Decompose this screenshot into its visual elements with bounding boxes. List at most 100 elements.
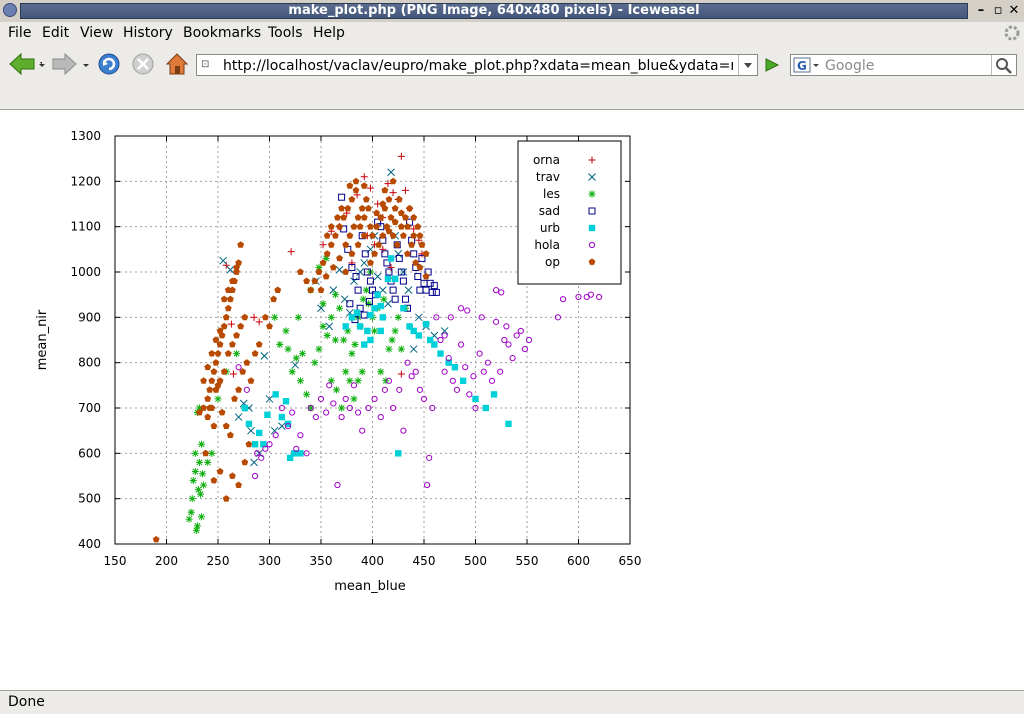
data-point <box>352 177 360 185</box>
data-point <box>272 391 279 398</box>
data-point <box>199 470 207 478</box>
data-point <box>303 390 311 398</box>
data-point <box>397 209 405 216</box>
reload-icon[interactable] <box>96 50 122 78</box>
data-point <box>358 368 366 376</box>
search-bar[interactable]: G Google <box>790 54 1017 76</box>
url-bar[interactable]: ⊡ http://localhost/vaclav/eupro/make_plo… <box>196 54 758 76</box>
data-point <box>517 327 524 335</box>
status-text: Done <box>8 694 45 710</box>
data-point <box>332 386 340 394</box>
data-point <box>311 277 319 284</box>
data-point <box>451 364 459 371</box>
scatter-plot: 150 200 250 300 350 400 450 500 550 600 650 400 500 6… <box>35 129 641 594</box>
page-content: 150 200 250 300 350 400 450 500 550 600 650 400 500 6… <box>0 110 1024 690</box>
y-tick-label: 600 <box>78 446 101 460</box>
data-point <box>503 323 510 330</box>
data-point <box>350 223 358 230</box>
url-input[interactable]: http://localhost/vaclav/eupro/make_plot.… <box>223 57 733 75</box>
data-point <box>274 286 282 293</box>
data-point <box>319 322 327 330</box>
data-point <box>342 368 350 376</box>
data-point <box>351 341 359 349</box>
legend: orna trav les sad urb hola op <box>517 140 622 285</box>
home-icon[interactable] <box>164 50 190 78</box>
data-point <box>346 182 354 189</box>
app-icon[interactable] <box>3 3 17 17</box>
data-point <box>377 368 385 376</box>
data-point <box>226 431 234 439</box>
data-point <box>323 232 331 239</box>
data-point <box>282 327 290 335</box>
data-point <box>245 440 253 448</box>
y-tick-label: 700 <box>78 401 101 415</box>
data-point <box>338 204 345 212</box>
maximize-button[interactable]: ▫ <box>990 3 1006 19</box>
data-point <box>214 350 222 357</box>
y-tick-label: 1100 <box>70 220 101 234</box>
menu-edit[interactable]: Edit <box>42 25 69 41</box>
stop-icon[interactable] <box>130 50 156 78</box>
data-point <box>354 214 362 221</box>
minimize-button[interactable]: – <box>973 3 989 19</box>
data-point <box>241 313 249 321</box>
data-point <box>278 422 286 430</box>
data-point <box>348 250 356 257</box>
close-button[interactable]: ✕ <box>1006 3 1022 19</box>
data-point <box>394 313 402 321</box>
data-point <box>235 364 242 371</box>
menu-file[interactable]: File <box>8 25 31 41</box>
data-point <box>200 481 208 489</box>
page-icon: ⊡ <box>201 59 210 70</box>
data-point <box>437 336 444 344</box>
y-tick-label: 1000 <box>70 265 101 279</box>
data-point <box>387 214 395 221</box>
data-point <box>200 404 207 411</box>
data-point <box>297 432 304 439</box>
data-point <box>369 232 376 239</box>
data-point <box>588 224 596 232</box>
menu-bookmarks[interactable]: Bookmarks <box>183 25 261 41</box>
data-point <box>297 268 304 275</box>
data-point <box>296 377 304 385</box>
data-point <box>505 420 512 428</box>
go-button[interactable] <box>762 56 782 74</box>
data-point <box>412 259 420 266</box>
legend-label-les: les <box>543 187 560 201</box>
menu-help[interactable]: Help <box>313 25 345 41</box>
back-button[interactable] <box>6 50 42 78</box>
data-point <box>404 286 413 294</box>
data-point <box>437 350 444 357</box>
url-dropdown-button[interactable] <box>738 55 757 75</box>
search-engine-icon[interactable]: G <box>793 57 821 73</box>
x-tick-label: 150 <box>104 554 127 568</box>
menu-view[interactable]: View <box>80 25 113 41</box>
data-point <box>212 359 220 366</box>
search-input[interactable]: Google <box>825 57 874 75</box>
data-point <box>287 248 295 256</box>
data-point <box>294 313 302 321</box>
forward-button[interactable] <box>50 50 80 78</box>
data-point <box>329 263 337 271</box>
data-point <box>588 190 596 198</box>
data-point <box>354 286 362 294</box>
data-point <box>367 311 374 319</box>
x-tick-label: 250 <box>207 554 230 568</box>
data-point <box>441 332 448 339</box>
menu-history[interactable]: History <box>123 25 173 41</box>
data-point <box>255 340 263 348</box>
back-dropdown-icon[interactable] <box>38 50 46 78</box>
data-point <box>323 331 331 339</box>
data-point <box>381 386 388 393</box>
forward-dropdown-icon[interactable] <box>82 50 90 78</box>
data-point <box>374 291 381 298</box>
data-point <box>336 223 343 230</box>
data-point <box>222 422 230 429</box>
data-point <box>388 336 396 344</box>
data-point <box>262 313 269 321</box>
data-point <box>152 535 160 543</box>
menu-tools[interactable]: Tools <box>268 25 303 41</box>
search-button[interactable] <box>991 55 1016 75</box>
data-point <box>210 368 218 375</box>
data-point <box>342 268 350 275</box>
